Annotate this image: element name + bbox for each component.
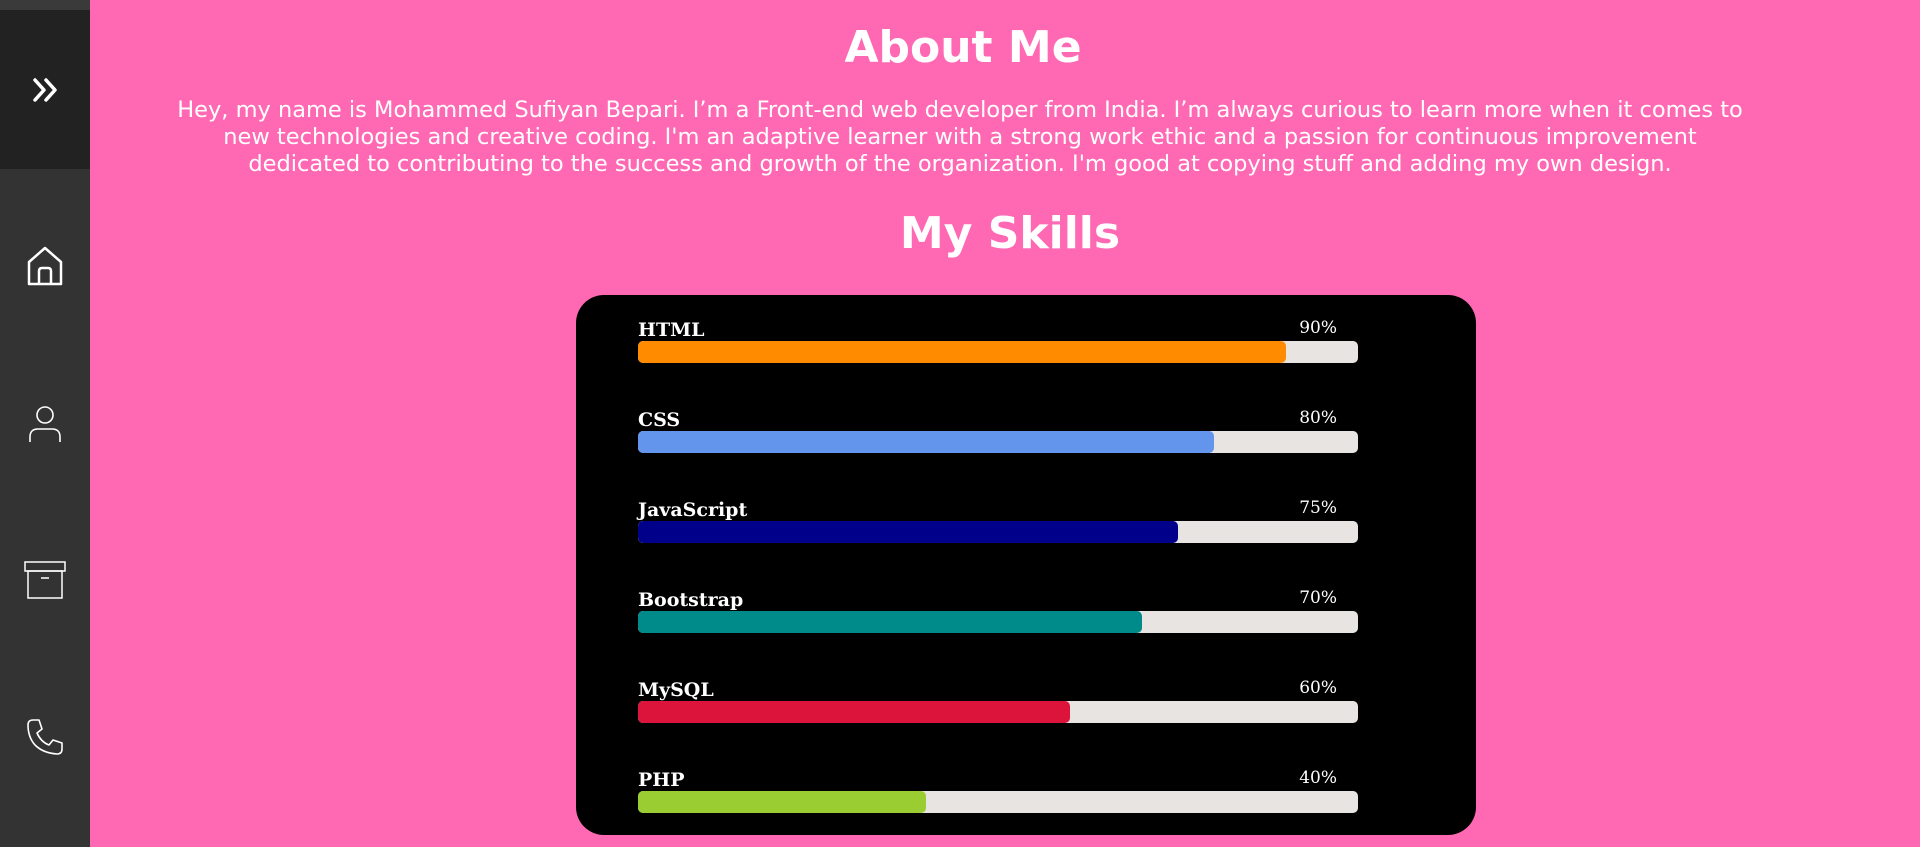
skill-name: CSS — [638, 409, 681, 431]
skill-progress-fill — [638, 611, 1142, 633]
skill-percent: 75% — [1299, 498, 1337, 518]
skill-item: PHP 40% — [638, 768, 1358, 829]
skill-progress-fill — [638, 341, 1286, 363]
sidebar-top-strip — [0, 0, 90, 10]
main-content: About Me Hey, my name is Mohammed Sufiya… — [90, 0, 1920, 847]
skill-item: MySQL 60% — [638, 678, 1358, 739]
skill-name: Bootstrap — [638, 589, 744, 611]
skill-progress-fill — [638, 431, 1214, 453]
skill-progress-fill — [638, 791, 926, 813]
sidebar-item-contact[interactable] — [0, 707, 90, 767]
skill-percent: 80% — [1299, 408, 1337, 428]
home-icon — [27, 246, 63, 286]
skill-progress-fill — [638, 701, 1070, 723]
skill-progress-track — [638, 431, 1358, 453]
skill-progress-track — [638, 341, 1358, 363]
archive-box-icon — [24, 561, 66, 599]
skill-progress-track — [638, 521, 1358, 543]
sidebar-item-home[interactable] — [0, 236, 90, 296]
skill-name: JavaScript — [638, 499, 748, 521]
skill-progress-track — [638, 611, 1358, 633]
skill-percent: 40% — [1299, 768, 1337, 788]
double-chevron-right-icon — [33, 77, 57, 102]
skill-progress-track — [638, 791, 1358, 813]
skill-percent: 60% — [1299, 678, 1337, 698]
about-title: About Me — [844, 22, 1082, 73]
skill-percent: 70% — [1299, 588, 1337, 608]
skill-item: Bootstrap 70% — [638, 588, 1358, 649]
skill-progress-fill — [638, 521, 1178, 543]
sidebar — [0, 0, 90, 847]
user-icon — [29, 406, 61, 442]
skills-title: My Skills — [899, 208, 1121, 259]
skill-name: MySQL — [638, 679, 714, 701]
skill-percent: 90% — [1299, 318, 1337, 338]
skills-card: HTML 90% CSS 80% JavaScript 75% Bootstra… — [576, 295, 1476, 835]
skill-item: JavaScript 75% — [638, 498, 1358, 559]
skill-progress-track — [638, 701, 1358, 723]
skill-item: CSS 80% — [638, 408, 1358, 469]
sidebar-item-projects[interactable] — [0, 550, 90, 610]
skill-item: HTML 90% — [638, 318, 1358, 379]
phone-icon — [27, 719, 63, 755]
sidebar-item-about[interactable] — [0, 394, 90, 454]
skill-name: HTML — [638, 319, 705, 341]
about-text: Hey, my name is Mohammed Sufiyan Bepari.… — [177, 97, 1743, 177]
skill-name: PHP — [638, 769, 685, 791]
